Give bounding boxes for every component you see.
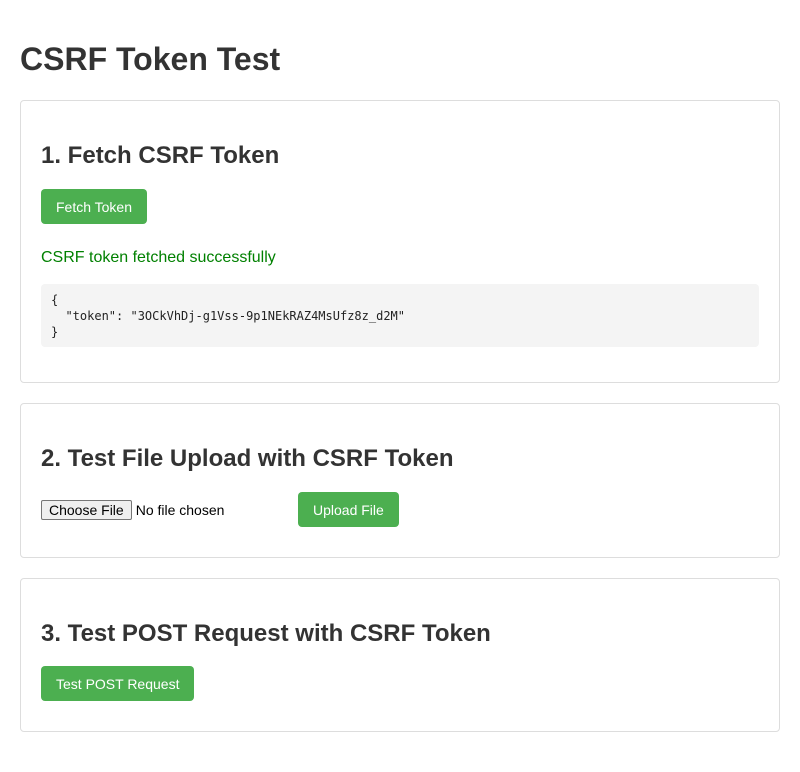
fetch-token-section: 1. Fetch CSRF Token Fetch Token CSRF tok… xyxy=(20,100,780,383)
fetch-token-button[interactable]: Fetch Token xyxy=(41,189,148,224)
token-response-output: { "token": "3OCkVhDj-g1Vss-9p1NEkRAZ4MsU… xyxy=(41,284,759,347)
upload-file-button[interactable]: Upload File xyxy=(298,492,399,527)
fetch-token-heading: 1. Fetch CSRF Token xyxy=(41,142,280,169)
file-chosen-status: No file chosen xyxy=(135,502,225,518)
file-upload-section: 2. Test File Upload with CSRF Token Choo… xyxy=(20,403,780,558)
post-request-section: 3. Test POST Request with CSRF Token Tes… xyxy=(20,578,780,732)
fetch-status-message: CSRF token fetched successfully xyxy=(41,249,276,266)
test-post-request-button[interactable]: Test POST Request xyxy=(41,666,195,701)
choose-file-button[interactable]: Choose File xyxy=(41,500,132,520)
page-title: CSRF Token Test xyxy=(20,41,281,77)
file-input[interactable]: Choose File No file chosen xyxy=(41,500,224,520)
post-request-heading: 3. Test POST Request with CSRF Token xyxy=(41,620,491,647)
file-upload-heading: 2. Test File Upload with CSRF Token xyxy=(41,445,454,472)
